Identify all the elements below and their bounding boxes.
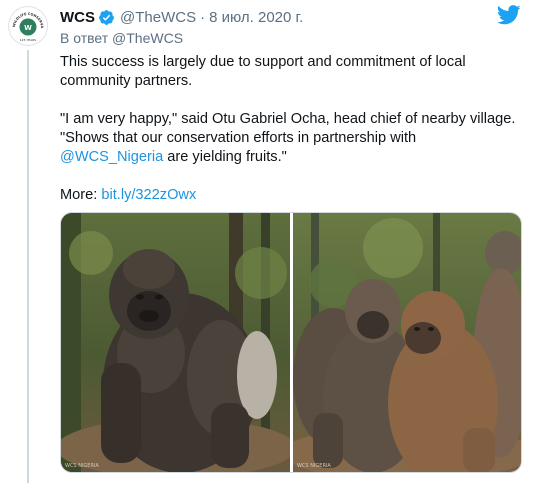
separator-dot: · — [200, 8, 206, 26]
author-name[interactable]: WCS — [60, 9, 95, 26]
svg-text:W: W — [24, 24, 32, 32]
wcs-nigeria-mention-link[interactable]: @WCS_Nigeria — [60, 149, 163, 165]
twitter-bird-icon[interactable] — [496, 5, 521, 25]
tweet-date[interactable]: 8 июл. 2020 г. — [209, 9, 303, 26]
gorilla-photo-icon — [293, 213, 521, 472]
author-handle[interactable]: @TheWCS — [120, 9, 196, 26]
photo-watermark: WCS NIGERIA — [297, 463, 331, 469]
photo-watermark: WCS NIGERIA — [65, 463, 99, 469]
reply-prefix: В ответ — [60, 30, 109, 46]
more-link[interactable]: bit.ly/322zOwx — [101, 187, 196, 203]
quote-tail: are yielding fruits." — [163, 149, 287, 165]
reply-context: В ответ @TheWCS — [60, 30, 183, 46]
more-line: More: bit.ly/322zOwx — [60, 186, 526, 205]
paragraph-2: "I am very happy," said Otu Gabriel Ocha… — [60, 110, 526, 167]
quote-line-1: "I am very happy," said Otu Gabriel Ocha… — [60, 111, 516, 127]
gorilla-photo-icon — [61, 213, 290, 472]
tweet-text: This success is largely due to support a… — [60, 53, 526, 205]
quote-line-2: "Shows that our conservation efforts in … — [60, 130, 417, 146]
thread-line — [27, 50, 29, 483]
author-avatar[interactable]: WILDLIFE CONSERVATION SOCIETY W 125 YEAR… — [8, 6, 48, 46]
paragraph-1: This success is largely due to support a… — [60, 54, 466, 89]
gorilla-photo-group[interactable]: WCS NIGERIA — [293, 213, 521, 472]
reply-mention-link[interactable]: @TheWCS — [112, 30, 183, 46]
gorilla-photo-single[interactable]: WCS NIGERIA — [61, 213, 290, 472]
more-prefix: More: — [60, 187, 102, 203]
verified-badge-icon — [98, 9, 115, 26]
media-grid: WCS NIGERIA WCS NIGERIA — [60, 212, 522, 473]
tweet-header: WCS @TheWCS · 8 июл. 2020 г. — [60, 8, 303, 26]
svg-text:125 YEARS: 125 YEARS — [20, 38, 37, 42]
wcs-logo-icon: WILDLIFE CONSERVATION SOCIETY W 125 YEAR… — [9, 7, 46, 44]
